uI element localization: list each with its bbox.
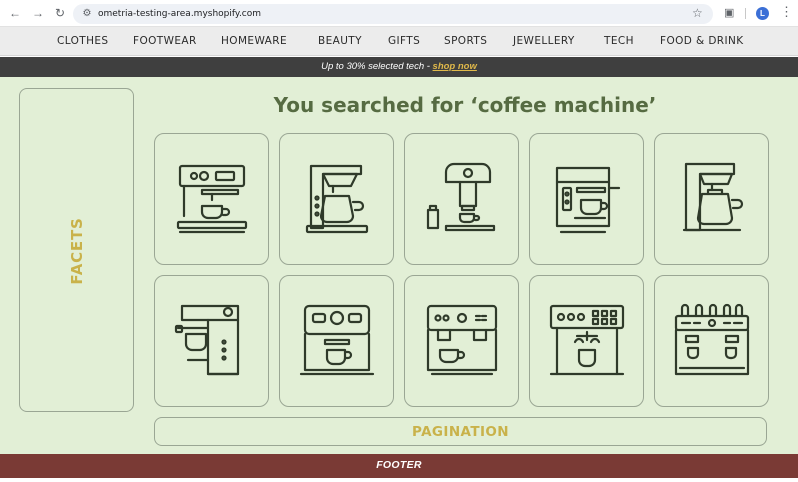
facets-panel[interactable]: FACETS	[19, 88, 134, 412]
nav-item-food-drink[interactable]: FOOD & DRINK	[660, 35, 744, 48]
product-card[interactable]	[654, 275, 769, 407]
product-card[interactable]	[279, 275, 394, 407]
product-grid	[154, 133, 769, 409]
commercial-coffee-machine-icon	[549, 304, 625, 376]
url-text[interactable]: ometria-testing-area.myshopify.com	[98, 7, 261, 21]
site-footer: FOOTER	[0, 454, 798, 478]
profile-avatar[interactable]: L	[756, 7, 769, 20]
pagination-bar[interactable]: PAGINATION	[154, 417, 767, 446]
nav-item-tech[interactable]: TECH	[604, 35, 634, 48]
drip-coffee-maker-icon	[305, 164, 369, 234]
promo-shop-now-link[interactable]: shop now	[433, 61, 477, 72]
compact-espresso-icon	[555, 166, 621, 234]
nav-item-homeware[interactable]: HOMEWARE	[221, 35, 287, 48]
kebab-menu-icon[interactable]: ⋮	[780, 5, 793, 19]
product-card[interactable]	[279, 133, 394, 265]
double-espresso-machine-icon	[426, 304, 498, 376]
bookmark-star-icon[interactable]: ☆	[692, 6, 703, 20]
site-settings-icon[interactable]: ⚙	[81, 8, 93, 20]
address-bar[interactable]: ⚙ ometria-testing-area.myshopify.com	[73, 4, 713, 24]
footer-label: FOOTER	[376, 459, 422, 471]
category-nav: CLOTHES FOOTWEAR HOMEWARE BEAUTY GIFTS S…	[0, 27, 798, 56]
product-card[interactable]	[654, 133, 769, 265]
pod-coffee-machine-icon	[426, 162, 496, 232]
pagination-label: PAGINATION	[412, 424, 509, 440]
product-card[interactable]	[404, 275, 519, 407]
filter-coffee-maker-icon	[682, 162, 744, 232]
product-card[interactable]	[404, 133, 519, 265]
reload-icon[interactable]: ↻	[53, 6, 67, 20]
product-card[interactable]	[529, 275, 644, 407]
nav-item-gifts[interactable]: GIFTS	[388, 35, 420, 48]
nav-item-footwear[interactable]: FOOTWEAR	[133, 35, 197, 48]
forward-arrow-icon[interactable]: →	[31, 6, 45, 20]
toolbar-divider	[745, 8, 746, 19]
tall-espresso-machine-icon	[174, 304, 240, 376]
nav-item-beauty[interactable]: BEAUTY	[318, 35, 362, 48]
three-group-espresso-machine-icon	[674, 303, 750, 376]
promo-banner: Up to 30% selected tech - shop now	[0, 57, 798, 77]
facets-label: FACETS	[68, 217, 86, 285]
espresso-machine-icon	[176, 164, 248, 234]
product-card[interactable]	[154, 275, 269, 407]
nav-item-jewellery[interactable]: JEWELLERY	[513, 35, 575, 48]
back-arrow-icon[interactable]: ←	[8, 6, 22, 20]
product-card[interactable]	[529, 133, 644, 265]
browser-toolbar: ← → ↻ ⚙ ometria-testing-area.myshopify.c…	[0, 0, 798, 27]
nav-item-clothes[interactable]: CLOTHES	[57, 35, 108, 48]
nav-item-sports[interactable]: SPORTS	[444, 35, 487, 48]
dial-espresso-machine-icon	[299, 304, 375, 376]
promo-text: Up to 30% selected tech -	[321, 61, 433, 72]
product-card[interactable]	[154, 133, 269, 265]
extensions-icon[interactable]: ▣	[724, 6, 734, 20]
search-results-heading: You searched for ‘coffee machine’	[273, 93, 657, 117]
search-results-area: FACETS You searched for ‘coffee machine’	[0, 77, 798, 454]
